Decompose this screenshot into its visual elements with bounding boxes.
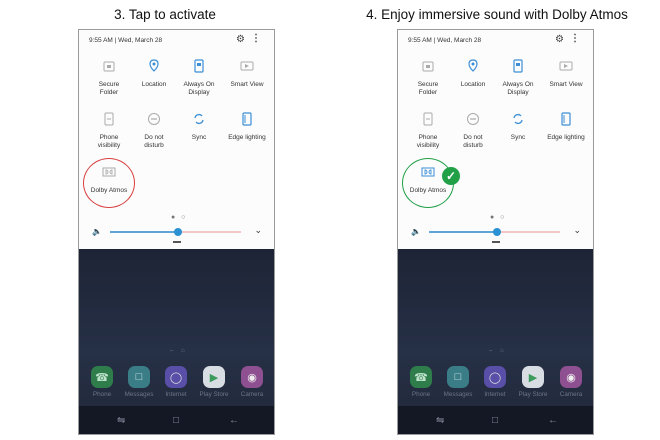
app-phone[interactable]: ☎ Phone [406, 366, 436, 398]
slider-knob[interactable] [493, 228, 502, 236]
chevron-down-icon[interactable]: ⌄ [254, 225, 262, 236]
phone-visibility-icon [423, 112, 433, 126]
tile-label: Do not [144, 134, 164, 141]
caption-step-4: 4. Enjoy immersive sound with Dolby Atmo… [366, 7, 628, 22]
panel-handle[interactable] [492, 241, 500, 243]
home-screen: – ⌂ ☎ Phone □ Messages ◯ Internet ▶ Play Sto… [79, 249, 274, 434]
tile-label: Edge lighting [547, 134, 585, 141]
internet-icon: ◯ [484, 366, 506, 388]
messages-icon: □ [447, 366, 469, 388]
panel-handle[interactable] [173, 241, 181, 243]
tile-label: Phone [418, 134, 438, 141]
play-store-icon: ▶ [203, 366, 225, 388]
do-not-disturb-icon [148, 113, 160, 125]
home-page-indicator: – ⌂ [170, 348, 188, 354]
status-time-date: 9:55 AM | Wed, March 28 [408, 37, 482, 44]
volume-slider[interactable]: 🔈 ⌄ [398, 225, 593, 238]
home-icon[interactable]: □ [492, 415, 498, 426]
do-not-disturb-icon [467, 113, 479, 125]
app-play-store[interactable]: ▶ Play Store [518, 366, 548, 398]
tile-label: Secure [417, 81, 439, 88]
edge-lighting-icon [561, 112, 571, 126]
tile-label: Sync [510, 134, 526, 141]
more-vert-icon[interactable]: ⋮ [570, 33, 580, 44]
slider-track[interactable] [110, 228, 241, 236]
app-camera[interactable]: ◉ Camera [556, 366, 586, 398]
phone-icon: ☎ [410, 366, 432, 388]
app-messages[interactable]: □ Messages [443, 366, 473, 398]
status-bar: 9:55 AM | Wed, March 28 ⚙ ⋮ [398, 30, 593, 50]
highlight-circle-red [83, 158, 135, 208]
tile-label: Always On [502, 81, 534, 88]
location-icon [149, 59, 159, 72]
volume-slider[interactable]: 🔈 ⌄ [79, 225, 274, 238]
home-icon[interactable]: □ [173, 415, 179, 426]
page-indicator: ● ○ [490, 214, 507, 221]
messages-icon: □ [128, 366, 150, 388]
phone-screen-left: 9:55 AM | Wed, March 28 ⚙ ⋮ Secure Folder… [78, 29, 275, 435]
tile-label: Edge lighting [228, 134, 266, 141]
more-vert-icon[interactable]: ⋮ [251, 33, 261, 44]
page-indicator: ● ○ [171, 214, 188, 221]
navigation-bar: ⇋ □ ← [79, 406, 274, 434]
play-store-icon: ▶ [522, 366, 544, 388]
always-on-display-icon [513, 59, 523, 73]
slider-knob[interactable] [174, 228, 183, 236]
app-messages[interactable]: □ Messages [124, 366, 154, 398]
tile-label: Phone [99, 134, 119, 141]
slider-fill [110, 231, 179, 233]
tile-label: Smart View [549, 81, 583, 88]
always-on-display-icon [194, 59, 204, 73]
status-time-date: 9:55 AM | Wed, March 28 [89, 37, 163, 44]
phone-icon: ☎ [91, 366, 113, 388]
quick-settings-panel: 9:55 AM | Wed, March 28 ⚙ ⋮ Secure Folder… [79, 30, 274, 249]
app-internet[interactable]: ◯ Internet [161, 366, 191, 398]
home-screen: – ⌂ ☎ Phone □ Messages ◯ Internet ▶ Play Sto… [398, 249, 593, 434]
volume-icon: 🔈 [411, 227, 421, 236]
location-icon [468, 59, 478, 72]
quick-settings-panel: 9:55 AM | Wed, March 28 ⚙ ⋮ Secure Folder… [398, 30, 593, 249]
home-page-indicator: – ⌂ [489, 348, 507, 354]
camera-icon: ◉ [241, 366, 263, 388]
slider-track[interactable] [429, 228, 560, 236]
recents-icon[interactable]: ⇋ [436, 415, 444, 426]
app-phone[interactable]: ☎ Phone [87, 366, 117, 398]
smart-view-icon [559, 61, 573, 71]
gear-icon[interactable]: ⚙ [236, 34, 245, 45]
internet-icon: ◯ [165, 366, 187, 388]
back-icon[interactable]: ← [548, 415, 558, 426]
tile-label: Smart View [230, 81, 264, 88]
smart-view-icon [240, 61, 254, 71]
secure-folder-icon [422, 61, 434, 72]
tile-label: Sync [191, 134, 207, 141]
chevron-down-icon[interactable]: ⌄ [573, 225, 581, 236]
tile-label: Do not [463, 134, 483, 141]
phone-visibility-icon [104, 112, 114, 126]
sync-icon [513, 113, 523, 125]
caption-step-3: 3. Tap to activate [114, 7, 216, 22]
app-internet[interactable]: ◯ Internet [480, 366, 510, 398]
tile-label: Always On [183, 81, 215, 88]
edge-lighting-icon [242, 112, 252, 126]
gear-icon[interactable]: ⚙ [555, 34, 564, 45]
recents-icon[interactable]: ⇋ [117, 415, 125, 426]
tile-label: Secure [98, 81, 120, 88]
checkmark-icon: ✓ [442, 167, 460, 185]
app-play-store[interactable]: ▶ Play Store [199, 366, 229, 398]
camera-icon: ◉ [560, 366, 582, 388]
slider-fill [429, 231, 498, 233]
secure-folder-icon [103, 61, 115, 72]
sync-icon [194, 113, 204, 125]
status-bar: 9:55 AM | Wed, March 28 ⚙ ⋮ [79, 30, 274, 50]
app-camera[interactable]: ◉ Camera [237, 366, 267, 398]
phone-screen-right: 9:55 AM | Wed, March 28 ⚙ ⋮ Secure Folder… [397, 29, 594, 435]
back-icon[interactable]: ← [229, 415, 239, 426]
navigation-bar: ⇋ □ ← [398, 406, 593, 434]
volume-icon: 🔈 [92, 227, 102, 236]
